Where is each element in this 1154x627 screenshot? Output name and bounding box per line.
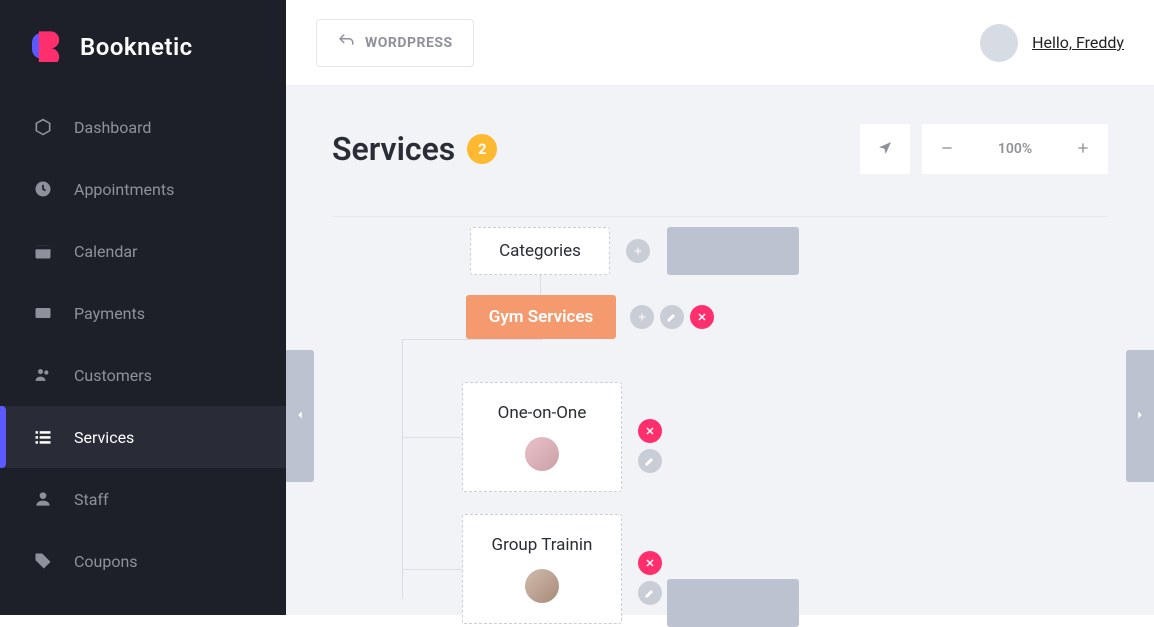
count-badge: 2 [467, 134, 497, 164]
sidebar-item-label: Appointments [74, 180, 174, 199]
category-edit-button[interactable] [660, 305, 684, 329]
sidebar-item-coupons[interactable]: Coupons [0, 530, 286, 592]
service-node-label: One-on-One [498, 403, 587, 423]
category-add-button[interactable] [630, 305, 654, 329]
sidebar-item-customers[interactable]: Customers [0, 344, 286, 406]
service-node-label: Group Trainin [492, 535, 593, 555]
category-delete-button[interactable] [690, 305, 714, 329]
sidebar-nav: Dashboard Appointments Calendar Payments… [0, 96, 286, 592]
sidebar-item-calendar[interactable]: Calendar [0, 220, 286, 282]
staff-avatar [525, 569, 559, 603]
service-node[interactable]: One-on-One [462, 382, 622, 492]
user-icon [32, 488, 54, 510]
service-node[interactable]: Group Trainin [462, 514, 622, 624]
plus-icon [636, 308, 648, 327]
back-arrow-icon [337, 32, 355, 54]
brand-name: Booknetic [80, 33, 193, 61]
chevron-right-icon [1133, 407, 1147, 426]
service-edit-button[interactable] [638, 581, 662, 605]
sidebar-item-appointments[interactable]: Appointments [0, 158, 286, 220]
sidebar-item-payments[interactable]: Payments [0, 282, 286, 344]
zoom-out-button[interactable] [922, 124, 972, 174]
users-icon [32, 364, 54, 386]
sidebar-item-label: Calendar [74, 242, 137, 261]
pan-right-button[interactable] [1126, 350, 1154, 482]
user-greeting-link[interactable]: Hello, Freddy [1032, 33, 1124, 52]
wallet-icon [32, 302, 54, 324]
plus-icon [1075, 137, 1091, 161]
category-node-label: Gym Services [489, 307, 594, 327]
page-title: Services 2 [332, 130, 497, 168]
connector-line [402, 437, 462, 438]
close-icon [644, 422, 656, 441]
tree-root-node[interactable]: Categories [470, 227, 610, 275]
page-title-text: Services [332, 130, 455, 168]
sidebar-item-label: Dashboard [74, 118, 151, 137]
pencil-icon [666, 308, 678, 327]
brand: Booknetic [0, 18, 286, 96]
service-tree-canvas[interactable]: Categories Gym Services One-on-One [332, 216, 1108, 615]
connector-line [402, 339, 542, 340]
sidebar-item-label: Coupons [74, 552, 138, 571]
service-edit-button[interactable] [638, 449, 662, 473]
zoom-controls: 100% [860, 124, 1108, 174]
scroll-up-button[interactable] [667, 227, 799, 275]
tag-icon [32, 550, 54, 572]
connector-line [402, 339, 403, 599]
service-delete-button[interactable] [638, 419, 662, 443]
minus-icon [939, 137, 955, 161]
close-icon [644, 554, 656, 573]
main: WORDPRESS Hello, Freddy Services 2 100% [286, 0, 1154, 615]
sidebar-item-label: Services [74, 428, 134, 447]
chevron-left-icon [293, 407, 307, 426]
location-arrow-icon [877, 137, 893, 161]
plus-icon [632, 242, 644, 261]
sidebar-item-label: Customers [74, 366, 152, 385]
pencil-icon [644, 584, 656, 603]
scroll-down-button[interactable] [667, 579, 799, 627]
pencil-icon [644, 452, 656, 471]
sidebar: Booknetic Dashboard Appointments Calenda… [0, 0, 286, 615]
sidebar-item-dashboard[interactable]: Dashboard [0, 96, 286, 158]
avatar[interactable] [980, 24, 1018, 62]
tree-root-label: Categories [499, 241, 581, 261]
wordpress-button-label: WORDPRESS [365, 35, 453, 51]
staff-avatar [525, 437, 559, 471]
close-icon [696, 308, 708, 327]
sidebar-item-services[interactable]: Services [0, 406, 286, 468]
connector-line [402, 569, 462, 570]
wordpress-button[interactable]: WORDPRESS [316, 19, 474, 67]
add-category-button[interactable] [626, 239, 650, 263]
service-delete-button[interactable] [638, 551, 662, 575]
topbar: WORDPRESS Hello, Freddy [286, 0, 1154, 86]
zoom-in-button[interactable] [1058, 124, 1108, 174]
content: Services 2 100% [286, 86, 1154, 615]
cube-icon [32, 116, 54, 138]
sidebar-item-staff[interactable]: Staff [0, 468, 286, 530]
sidebar-item-label: Staff [74, 490, 109, 509]
list-icon [32, 426, 54, 448]
category-node[interactable]: Gym Services [466, 295, 616, 339]
logo-icon [32, 28, 66, 66]
clock-icon [32, 178, 54, 200]
zoom-value: 100% [972, 124, 1058, 174]
calendar-icon [32, 240, 54, 262]
connector-line [540, 275, 541, 295]
pan-left-button[interactable] [286, 350, 314, 482]
sidebar-item-label: Payments [74, 304, 145, 323]
page-header: Services 2 100% [332, 124, 1108, 174]
locate-button[interactable] [860, 124, 910, 174]
user-area: Hello, Freddy [980, 24, 1124, 62]
